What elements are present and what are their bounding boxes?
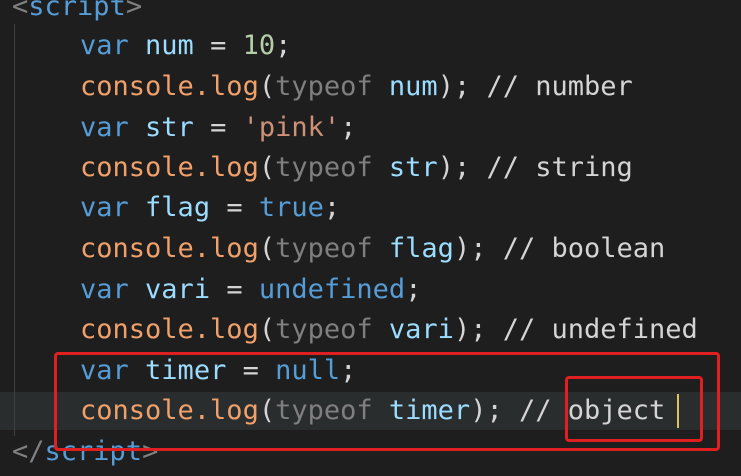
open-paren: (	[258, 233, 276, 264]
number-literal: 10	[242, 30, 276, 61]
semicolon: ;	[323, 192, 341, 223]
typeof-operator: typeof	[275, 152, 373, 183]
comment: // undefined	[502, 314, 698, 345]
annotation-box-inner	[565, 376, 703, 442]
code-line-var-str[interactable]: var str = 'pink';	[0, 108, 356, 148]
console-object: console	[80, 314, 194, 345]
semicolon: ;	[405, 274, 422, 305]
assign-operator: =	[226, 192, 243, 223]
argument: str	[388, 152, 438, 183]
tag-bracket: >	[125, 0, 143, 22]
undefined-literal: undefined	[258, 274, 406, 305]
log-method: .log	[193, 314, 259, 345]
code-line-log-flag[interactable]: console.log(typeof flag); // boolean	[0, 229, 665, 269]
code-line-log-vari[interactable]: console.log(typeof vari); // undefined	[0, 310, 698, 350]
tag-bracket: <	[12, 0, 29, 22]
console-object: console	[80, 152, 194, 183]
code-editor[interactable]: <script> var num = 10; console.log(typeo…	[0, 0, 741, 476]
log-method: .log	[193, 152, 259, 183]
argument: flag	[388, 233, 454, 264]
variable-name: num	[145, 30, 194, 61]
keyword-var: var	[80, 30, 129, 61]
console-object: console	[80, 233, 194, 264]
string-literal: 'pink'	[242, 112, 341, 143]
semicolon: ;	[340, 112, 357, 143]
open-paren: (	[258, 152, 276, 183]
comment: // number	[486, 71, 633, 102]
console-object: console	[80, 71, 194, 102]
variable-name: str	[145, 112, 194, 143]
script-open-tag[interactable]: <script>	[0, 0, 142, 27]
argument: vari	[388, 314, 454, 345]
open-paren: (	[258, 71, 276, 102]
close-paren: );	[437, 71, 471, 102]
code-line-var-vari[interactable]: var vari = undefined;	[0, 270, 421, 310]
argument: num	[388, 71, 438, 102]
keyword-var: var	[80, 274, 129, 305]
log-method: .log	[193, 71, 259, 102]
typeof-operator: typeof	[275, 314, 373, 345]
comment: // string	[486, 152, 633, 183]
log-method: .log	[193, 233, 259, 264]
variable-name: vari	[145, 274, 211, 305]
keyword-var: var	[80, 112, 129, 143]
assign-operator: =	[210, 30, 227, 61]
keyword-var: var	[80, 192, 129, 223]
assign-operator: =	[210, 112, 227, 143]
boolean-literal: true	[258, 192, 324, 223]
tag-bracket: </	[12, 436, 45, 467]
variable-name: flag	[145, 192, 211, 223]
close-paren: );	[453, 233, 487, 264]
code-line-var-flag[interactable]: var flag = true;	[0, 188, 340, 228]
close-paren: );	[453, 314, 487, 345]
open-paren: (	[258, 314, 276, 345]
typeof-operator: typeof	[275, 71, 373, 102]
typeof-operator: typeof	[275, 233, 373, 264]
code-line-var-num[interactable]: var num = 10;	[0, 26, 291, 66]
semicolon: ;	[275, 30, 292, 61]
code-line-log-str[interactable]: console.log(typeof str); // string	[0, 148, 633, 188]
tag-name: script	[28, 0, 126, 22]
close-paren: );	[437, 152, 471, 183]
code-line-log-num[interactable]: console.log(typeof num); // number	[0, 67, 633, 107]
assign-operator: =	[226, 274, 243, 305]
comment: // boolean	[502, 233, 666, 264]
